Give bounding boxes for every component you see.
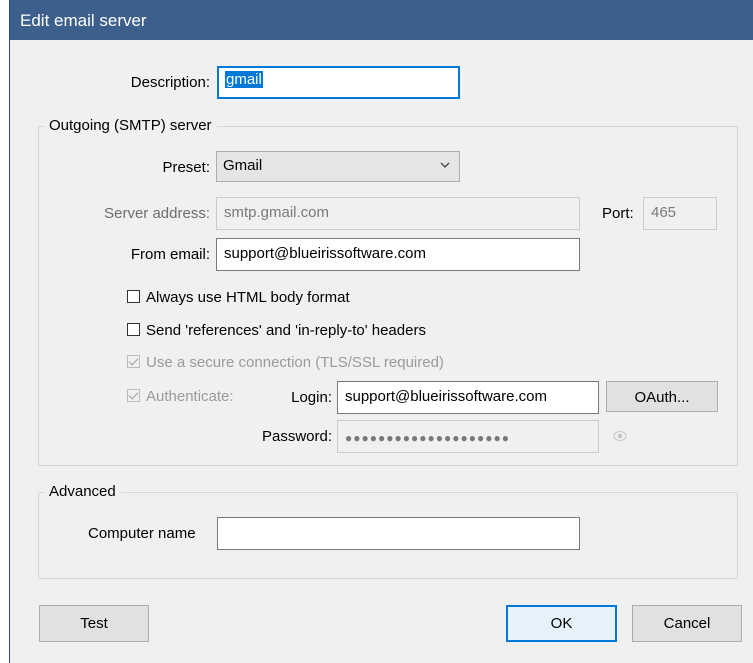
dialog-window: Edit email server Description: gmail Out…: [9, 0, 753, 663]
dialog-title: Edit email server: [10, 0, 753, 40]
smtp-group-label: Outgoing (SMTP) server: [44, 117, 217, 134]
computer-name-input[interactable]: [217, 517, 580, 550]
server-address-input[interactable]: smtp.gmail.com: [216, 197, 580, 230]
preset-value: Gmail: [223, 157, 263, 174]
preset-label: Preset:: [162, 159, 210, 176]
server-address-label: Server address:: [104, 205, 210, 222]
from-email-label: From email:: [130, 246, 210, 263]
password-dots: ●●●●●●●●●●●●●●●●●●●●: [345, 431, 510, 445]
login-input[interactable]: support@blueirissoftware.com: [337, 381, 599, 414]
html-body-checkbox[interactable]: Always use HTML body format: [127, 289, 350, 306]
secure-connection-checkbox[interactable]: Use a secure connection (TLS/SSL require…: [127, 354, 444, 371]
port-input[interactable]: 465: [643, 197, 717, 230]
oauth-button[interactable]: OAuth...: [606, 381, 718, 412]
description-label: Description:: [130, 74, 210, 91]
secure-connection-box: [127, 355, 140, 368]
port-label: Port:: [602, 205, 634, 222]
test-button[interactable]: Test: [39, 605, 149, 642]
html-body-box: [127, 290, 140, 303]
from-email-input[interactable]: support@blueirissoftware.com: [216, 238, 580, 271]
password-input[interactable]: ●●●●●●●●●●●●●●●●●●●●: [337, 420, 599, 453]
references-checkbox[interactable]: Send 'references' and 'in-reply-to' head…: [127, 322, 426, 339]
description-input[interactable]: gmail: [217, 66, 460, 99]
html-body-label: Always use HTML body format: [146, 289, 350, 306]
login-label: Login:: [291, 389, 332, 406]
advanced-group-label: Advanced: [44, 483, 121, 500]
authenticate-checkbox[interactable]: Authenticate:: [127, 388, 234, 405]
references-label: Send 'references' and 'in-reply-to' head…: [146, 322, 426, 339]
password-label: Password:: [261, 428, 332, 445]
computer-name-label: Computer name: [88, 525, 196, 542]
secure-connection-label: Use a secure connection (TLS/SSL require…: [146, 354, 444, 371]
eye-icon[interactable]: [613, 429, 627, 443]
description-value: gmail: [225, 71, 263, 88]
cancel-button[interactable]: Cancel: [632, 605, 742, 642]
chevron-down-icon: [440, 157, 450, 173]
authenticate-box: [127, 389, 140, 402]
references-box: [127, 323, 140, 336]
ok-button[interactable]: OK: [506, 605, 617, 642]
authenticate-label: Authenticate:: [146, 388, 234, 405]
preset-select[interactable]: Gmail: [216, 151, 460, 182]
